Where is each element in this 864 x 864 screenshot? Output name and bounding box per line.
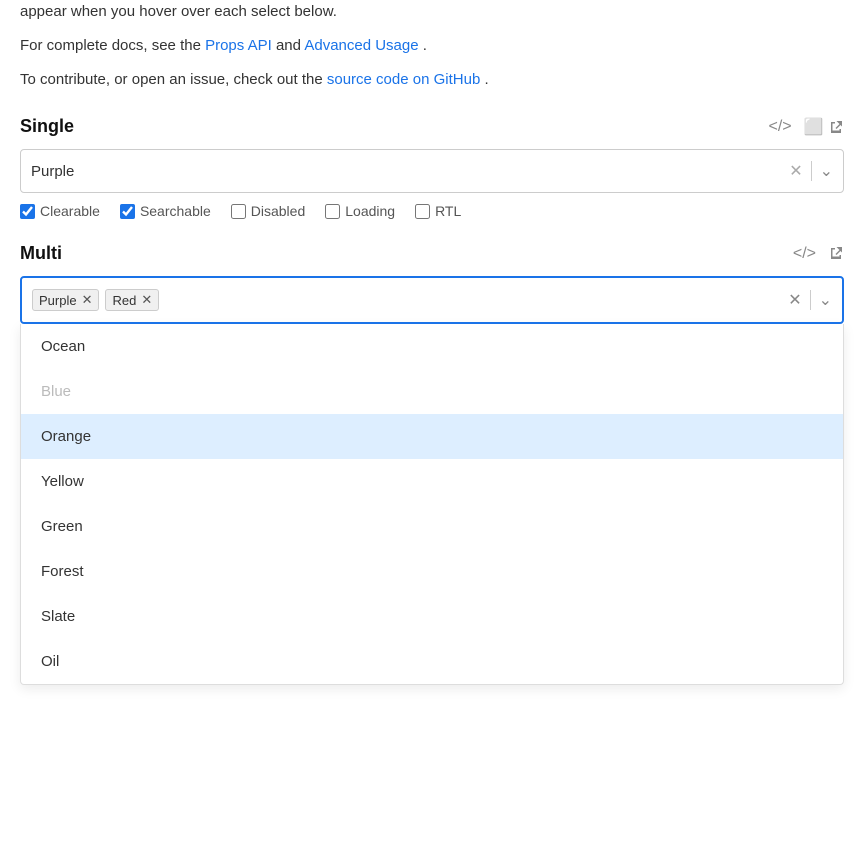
multi-select-box[interactable]: Purple ✕ Red ✕ ✕ ⌄ (20, 276, 844, 324)
clearable-option[interactable]: Clearable (20, 203, 100, 219)
tag-purple: Purple ✕ (32, 289, 99, 311)
disabled-label: Disabled (251, 203, 305, 219)
dropdown-item-oil[interactable]: Oil (21, 639, 843, 684)
multi-section-header: Multi </> (20, 243, 844, 264)
tag-purple-label: Purple (39, 293, 77, 308)
multi-right-controls: ✕ ⌄ (788, 290, 832, 310)
tag-purple-remove[interactable]: ✕ (82, 292, 93, 308)
tag-red-label: Red (112, 293, 136, 308)
disabled-option[interactable]: Disabled (231, 203, 305, 219)
multi-clear-button[interactable]: ✕ (788, 290, 801, 310)
single-divider (811, 161, 812, 181)
disabled-checkbox[interactable] (231, 204, 246, 219)
rtl-label: RTL (435, 203, 461, 219)
single-section-header: Single </> ⬜ (20, 116, 844, 137)
tag-red-remove[interactable]: ✕ (141, 292, 152, 308)
multi-header-icons: </> (793, 245, 844, 263)
multi-divider (810, 290, 811, 310)
multi-dropdown: OceanBlueOrangeYellowGreenForestSlateOil (20, 324, 844, 685)
rtl-checkbox[interactable] (415, 204, 430, 219)
single-options-row: Clearable Searchable Disabled Loading RT… (20, 203, 844, 219)
single-dropdown-arrow[interactable]: ⌄ (820, 161, 833, 181)
dropdown-item-yellow[interactable]: Yellow (21, 459, 843, 504)
intro-line2: For complete docs, see the Props API and… (20, 34, 844, 58)
dropdown-item-orange[interactable]: Orange (21, 414, 843, 459)
dropdown-item-blue: Blue (21, 369, 843, 414)
dropdown-item-green[interactable]: Green (21, 504, 843, 549)
single-section: Single </> ⬜ Purple ✕ ⌄ Clearable Search… (20, 116, 844, 219)
single-clear-button[interactable]: ✕ (789, 161, 802, 181)
clearable-checkbox[interactable] (20, 204, 35, 219)
multi-external-icon[interactable] (828, 245, 844, 263)
multi-dropdown-arrow[interactable]: ⌄ (819, 290, 832, 310)
loading-label: Loading (345, 203, 395, 219)
single-select-box[interactable]: Purple ✕ ⌄ (20, 149, 844, 193)
searchable-checkbox[interactable] (120, 204, 135, 219)
multi-search-input[interactable] (165, 292, 782, 308)
single-select-value: Purple (31, 163, 789, 180)
tag-red: Red ✕ (105, 289, 159, 311)
intro-line3: To contribute, or open an issue, check o… (20, 68, 844, 92)
loading-checkbox[interactable] (325, 204, 340, 219)
single-external-icon[interactable]: ⬜ (804, 117, 844, 137)
advanced-usage-link[interactable]: Advanced Usage (304, 37, 418, 54)
dropdown-item-ocean[interactable]: Ocean (21, 324, 843, 369)
searchable-option[interactable]: Searchable (120, 203, 211, 219)
loading-option[interactable]: Loading (325, 203, 395, 219)
props-api-link[interactable]: Props API (205, 37, 272, 54)
multi-title: Multi (20, 243, 62, 264)
clearable-label: Clearable (40, 203, 100, 219)
multi-section: Multi </> Purple ✕ Red ✕ ✕ ⌄ Ocea (20, 243, 844, 685)
multi-code-icon[interactable]: </> (793, 245, 816, 263)
dropdown-item-forest[interactable]: Forest (21, 549, 843, 594)
single-code-icon[interactable]: </> (768, 118, 791, 136)
single-header-icons: </> ⬜ (768, 117, 844, 137)
searchable-label: Searchable (140, 203, 211, 219)
github-link[interactable]: source code on GitHub (327, 71, 480, 88)
dropdown-item-slate[interactable]: Slate (21, 594, 843, 639)
single-title: Single (20, 116, 74, 137)
rtl-option[interactable]: RTL (415, 203, 461, 219)
intro-line1: appear when you hover over each select b… (20, 0, 844, 24)
